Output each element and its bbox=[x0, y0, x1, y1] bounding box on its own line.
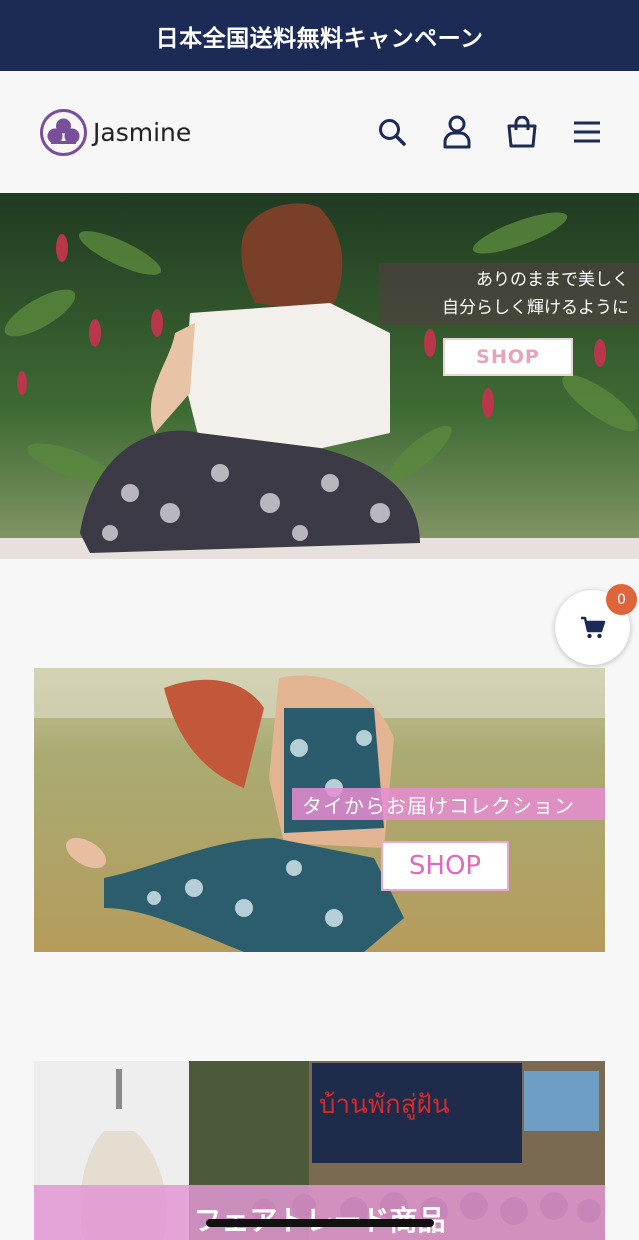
cart-button[interactable] bbox=[505, 115, 539, 149]
collection-shop-button[interactable]: SHOP bbox=[381, 841, 509, 891]
hero-caption-line2: 自分らしく輝けるように bbox=[442, 298, 629, 318]
cart-count-badge: 0 bbox=[606, 584, 637, 615]
collection-banner[interactable]: タイからお届けコレクション SHOP bbox=[34, 668, 605, 952]
account-button[interactable] bbox=[440, 115, 474, 149]
hero-caption: ありのままで美しく 自分らしく輝けるように bbox=[379, 263, 639, 325]
account-icon bbox=[443, 115, 471, 149]
hero-banner[interactable]: ありのままで美しく 自分らしく輝けるように SHOP bbox=[0, 193, 639, 559]
home-indicator[interactable] bbox=[206, 1219, 434, 1227]
jasmine-logo-icon bbox=[40, 109, 87, 156]
brand-name: Jasmine bbox=[93, 118, 192, 147]
bag-icon bbox=[507, 116, 537, 148]
brand-logo[interactable]: Jasmine bbox=[39, 108, 191, 157]
site-header: Jasmine bbox=[0, 71, 639, 193]
menu-icon bbox=[574, 121, 600, 143]
announcement-bar: 日本全国送料無料キャンペーン bbox=[0, 0, 639, 71]
search-button[interactable] bbox=[375, 115, 409, 149]
fairtrade-banner[interactable]: บ้านพักสู่ฝัน フェアトレード商品 bbox=[34, 1061, 605, 1240]
collection-caption: タイからお届けコレクション bbox=[292, 788, 605, 820]
hero-caption-line1: ありのままで美しく bbox=[476, 270, 629, 290]
fairtrade-caption: フェアトレード商品 bbox=[34, 1185, 605, 1240]
hero-shop-button[interactable]: SHOP bbox=[443, 338, 573, 376]
announcement-text: 日本全国送料無料キャンペーン bbox=[155, 25, 484, 52]
menu-button[interactable] bbox=[570, 115, 604, 149]
hero-yoga-photo bbox=[0, 193, 639, 559]
sign-text: บ้านพักสู่ฝัน bbox=[319, 1090, 450, 1120]
search-icon bbox=[379, 119, 406, 146]
shopping-cart-icon bbox=[580, 616, 605, 638]
